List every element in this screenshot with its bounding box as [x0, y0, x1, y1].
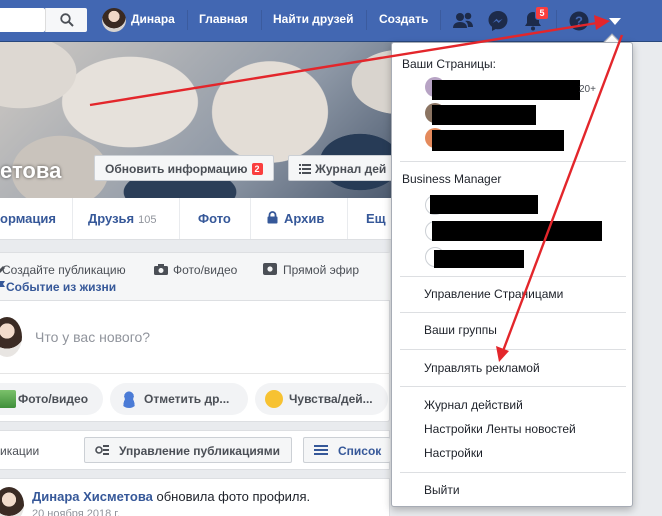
composer-header: Создайте публикацию Фото/видео Прямой эф… [0, 253, 390, 301]
nav-divider [187, 10, 188, 30]
caret-down-icon[interactable] [602, 8, 628, 34]
divider [400, 312, 626, 313]
post-headline: Динара Хисметова обновила фото профиля. [32, 489, 310, 504]
nav-home-link[interactable]: Главная [199, 12, 248, 26]
post-author-link[interactable]: Динара Хисметова [32, 489, 153, 504]
tab-photos-label: Фото [198, 211, 231, 226]
tab-more[interactable]: Ещ [348, 198, 391, 239]
live-video-link[interactable]: Прямой эфир [283, 263, 359, 277]
menu-item-manage-pages[interactable]: Управление Страницами [424, 287, 563, 301]
divider [400, 276, 626, 277]
manage-posts-label: Управление публикациями [119, 444, 280, 458]
top-navigation-bar: Динара Главная Найти друзей Создать 5 ? [0, 0, 662, 42]
photo-video-pill-label: Фото/видео [18, 392, 89, 406]
search-icon [60, 13, 74, 27]
search-input[interactable] [0, 8, 45, 32]
help-icon[interactable]: ? [566, 8, 592, 34]
avatar[interactable] [0, 487, 24, 516]
gear-list-icon [95, 445, 109, 455]
divider [0, 373, 390, 374]
nav-divider [261, 10, 262, 30]
tag-friends-pill[interactable]: Отметить др... [110, 383, 248, 415]
nav-divider [440, 10, 441, 30]
divider [400, 472, 626, 473]
tab-archive-label: Архив [284, 211, 325, 226]
post-timestamp[interactable]: 20 ноября 2018 г. [32, 508, 120, 516]
update-count-badge: 2 [251, 163, 263, 175]
list-icon [299, 164, 311, 174]
photo-video-pill[interactable]: Фото/видео [0, 383, 103, 415]
search-button[interactable] [45, 8, 87, 32]
tag-friends-pill-label: Отметить др... [144, 392, 230, 406]
menu-item-settings[interactable]: Настройки [424, 446, 483, 460]
create-post-link[interactable]: Создайте публикацию [2, 263, 126, 277]
feeling-activity-pill-label: Чувства/дей... [289, 392, 373, 406]
live-video-icon [263, 263, 277, 275]
tag-friend-icon [120, 390, 138, 408]
activity-log-button[interactable]: Журнал дей [288, 155, 398, 181]
post-action-text: обновила фото профиля. [156, 489, 311, 504]
account-dropdown-menu: Ваши Страницы: 20+ Business Manager Упра… [391, 42, 633, 507]
redacted-business-name[interactable] [430, 195, 538, 214]
notifications-badge: 5 [535, 6, 549, 20]
tab-friends[interactable]: Друзья 105 [73, 198, 180, 239]
nav-divider [556, 10, 557, 30]
your-pages-header: Ваши Страницы: [402, 57, 497, 71]
activity-log-label: Журнал дей [315, 162, 387, 176]
tab-archive[interactable]: Архив [251, 198, 348, 239]
camera-icon [154, 264, 168, 275]
menu-item-log-out[interactable]: Выйти [424, 483, 460, 497]
flag-icon [0, 281, 5, 287]
messenger-icon[interactable] [485, 8, 511, 34]
nav-profile-link[interactable]: Динара [131, 12, 175, 26]
menu-item-manage-ads[interactable]: Управлять рекламой [424, 361, 540, 375]
list-icon [314, 445, 328, 455]
posts-header: икации Управление публикациями Список [0, 430, 390, 470]
tab-photos[interactable]: Фото [180, 198, 251, 239]
composer-input[interactable]: Что у вас нового? [35, 329, 150, 345]
profile-name: етова [0, 158, 62, 183]
pages-more-count[interactable]: 20+ [579, 84, 596, 95]
smiley-icon [265, 390, 283, 408]
posts-label: икации [0, 444, 40, 458]
redacted-page-name[interactable] [432, 130, 564, 151]
list-view-button[interactable]: Список [303, 437, 390, 463]
tab-about-label: ормация [0, 211, 56, 226]
post-composer: Создайте публикацию Фото/видео Прямой эф… [0, 252, 390, 422]
photo-icon [0, 390, 16, 408]
feed-post: Динара Хисметова обновила фото профиля. … [0, 478, 390, 516]
tab-more-label: Ещ [366, 211, 386, 226]
avatar [0, 317, 22, 357]
nav-create-link[interactable]: Создать [379, 12, 428, 26]
divider [400, 161, 626, 162]
menu-item-your-groups[interactable]: Ваши группы [424, 323, 497, 337]
tab-friends-count: 105 [138, 214, 157, 226]
nav-find-friends-link[interactable]: Найти друзей [273, 12, 353, 26]
avatar[interactable] [102, 8, 126, 32]
list-view-label: Список [338, 444, 382, 458]
friends-icon[interactable] [450, 8, 476, 34]
redacted-page-name[interactable] [432, 80, 580, 100]
divider [400, 386, 626, 387]
tab-about[interactable]: ормация [0, 198, 73, 239]
tab-friends-label: Друзья [88, 211, 135, 226]
redacted-business-name[interactable] [434, 250, 524, 268]
nav-divider [366, 10, 367, 30]
menu-item-news-feed-preferences[interactable]: Настройки Ленты новостей [424, 422, 576, 436]
lock-icon [267, 211, 278, 224]
manage-posts-button[interactable]: Управление публикациями [84, 437, 292, 463]
business-manager-header: Business Manager [402, 172, 502, 186]
menu-item-activity-log[interactable]: Журнал действий [424, 398, 523, 412]
feeling-activity-pill[interactable]: Чувства/дей... [255, 383, 388, 415]
redacted-page-name[interactable] [432, 105, 536, 125]
update-info-button[interactable]: Обновить информацию 2 [94, 155, 274, 181]
divider [400, 349, 626, 350]
photo-video-link[interactable]: Фото/видео [173, 263, 237, 277]
svg-text:?: ? [575, 14, 583, 29]
redacted-business-name[interactable] [432, 221, 602, 241]
update-info-label: Обновить информацию [105, 162, 248, 176]
life-event-link[interactable]: Событие из жизни [6, 280, 116, 294]
